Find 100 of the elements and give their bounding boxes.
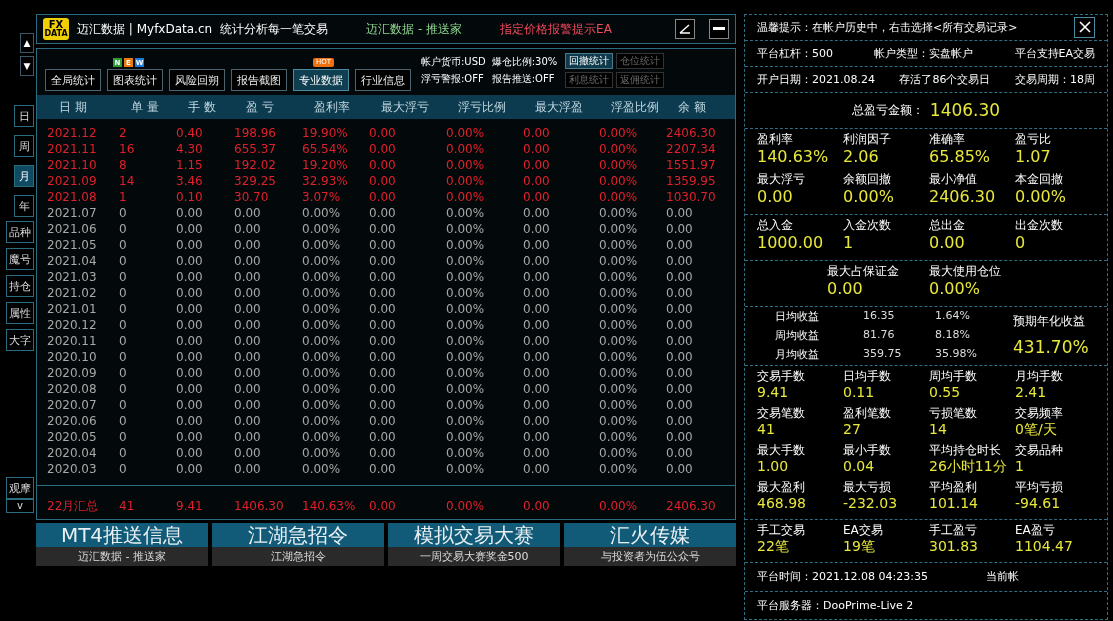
scroll-up-button[interactable]: ▲ (20, 33, 34, 53)
table-cell-text: 0.00% (302, 205, 342, 221)
stat-value: -94.61 (1015, 495, 1062, 513)
average-label: 周均收益 (775, 328, 820, 344)
table-cell-text: 2020.05 (47, 429, 98, 445)
account-info: 帐户货币:USD (421, 54, 486, 69)
table-cell-text: 0.00% (302, 461, 342, 477)
table-cell-text: 0.00 (523, 221, 551, 237)
stat-label: 最大盈利 (757, 480, 806, 496)
stat-label: 总入金 (757, 217, 794, 233)
table-cell-text: 0.00 (666, 349, 694, 365)
table-cell-text: 2020.04 (47, 445, 98, 461)
table-cell-text: 0.00 (176, 269, 204, 285)
table-cell-text: 0.00 (234, 349, 262, 365)
table-cell-text: 0.00% (302, 333, 342, 349)
filter-button[interactable]: 大字 (6, 329, 34, 351)
stat-value: 0.00 (827, 278, 864, 299)
table-cell-text: 0.00 (176, 253, 204, 269)
total-value: 1406.30 (929, 100, 1001, 121)
table-cell-text: 0.00% (302, 285, 342, 301)
table-cell-text: 0.00 (369, 317, 397, 333)
column-header: 最大浮盈 (534, 98, 584, 116)
column-header: 单 量 (130, 98, 160, 116)
toolbar-tab[interactable]: 行业信息 (355, 69, 411, 91)
filter-button[interactable]: 魔号 (6, 248, 34, 270)
table-cell-text: 0.00 (523, 237, 551, 253)
table-cell-text: 0.00 (176, 221, 204, 237)
stat-value: 2.06 (843, 146, 880, 167)
banner-link[interactable]: 汇火传媒 (564, 523, 736, 547)
table-cell-text: 0.00 (666, 365, 694, 381)
table-cell-text: 14 (119, 173, 136, 189)
period-tab[interactable]: 周 (14, 135, 34, 157)
account-info: 报告推送:OFF (491, 71, 556, 86)
banner-link[interactable]: 江湖急招令 (212, 523, 384, 547)
banner-link[interactable]: 模拟交易大赛 (388, 523, 560, 547)
filter-button[interactable]: 品种 (6, 221, 34, 243)
toolbar-tab[interactable]: 全局统计 (45, 69, 101, 91)
table-cell-text: 0.00% (446, 269, 486, 285)
table-cell-text: 0.00 (234, 333, 262, 349)
stat-label: 最小手数 (843, 443, 892, 459)
stat-label: 周均手数 (929, 369, 978, 385)
table-cell-text: 0.00 (666, 317, 694, 333)
stat-label: 最大手数 (757, 443, 806, 459)
stat-value: 0 (1015, 232, 1027, 253)
table-cell-text: 0.00 (234, 221, 262, 237)
table-cell-text: 2021.01 (47, 301, 98, 317)
stat-value: 14 (929, 421, 948, 439)
table-cell-text: 0.00 (666, 285, 694, 301)
minimize-button[interactable] (709, 19, 729, 39)
table-cell-text: 0.00 (369, 205, 397, 221)
stat-label: 最大亏损 (843, 480, 892, 496)
table-cell-text: 2021.03 (47, 269, 98, 285)
stats-button[interactable]: 回撤统计 (565, 52, 614, 69)
column-header: 最大浮亏 (380, 98, 430, 116)
period-tab[interactable]: 日 (14, 105, 34, 127)
toolbar-tab[interactable]: 风险回朔 (169, 69, 225, 91)
watch-button[interactable]: 观摩 (6, 477, 34, 499)
stat-label: 平均持仓时长 (929, 443, 1002, 459)
angle-button[interactable] (675, 19, 695, 39)
banner-link[interactable]: MT4推送信息 (36, 523, 208, 547)
table-cell-text: 0.00% (302, 237, 342, 253)
table-cell-text: 0.00% (446, 285, 486, 301)
summary-cell-text: 1406.30 (234, 498, 285, 514)
table-cell-text: 0.00% (446, 397, 486, 413)
stat-label: 交易笔数 (757, 406, 806, 422)
table-cell-text: 0.00 (523, 445, 551, 461)
banner-caption: 迈汇数据 - 推送家 (36, 547, 208, 566)
table-cell-text: 0.00 (234, 365, 262, 381)
table-cell-text: 0.00% (302, 269, 342, 285)
column-header: 手 数 (187, 98, 217, 116)
expand-button[interactable]: v (6, 499, 34, 513)
table-cell-text: 0.00 (176, 317, 204, 333)
filter-button[interactable]: 持仓 (6, 275, 34, 297)
table-cell-text: 0.00 (369, 397, 397, 413)
column-header: 浮盈比例 (610, 98, 660, 116)
table-cell-text: 0.00 (369, 429, 397, 445)
stat-value: 0.11 (843, 384, 876, 402)
toolbar-tab[interactable]: 报告截图 (231, 69, 287, 91)
close-button[interactable] (1074, 16, 1095, 38)
period-tab[interactable]: 月 (14, 165, 34, 187)
table-cell-text: 0.00% (446, 429, 486, 445)
stat-value: 1.00 (757, 458, 790, 476)
stat-label: 余额回撤 (843, 171, 892, 187)
table-cell-text: 0.00% (599, 237, 639, 253)
table-cell-text: 0.00 (234, 237, 262, 253)
table-cell-text: 2021.05 (47, 237, 98, 253)
table-cell-text: 0.00 (523, 141, 551, 157)
table-cell-text: 0.00 (234, 253, 262, 269)
logo-icon: FX DATA (43, 18, 69, 40)
table-cell-text: 2021.12 (47, 125, 98, 141)
filter-button[interactable]: 属性 (6, 302, 34, 324)
table-cell-text: 0.40 (176, 125, 204, 141)
scroll-down-button[interactable]: ▼ (20, 56, 34, 76)
alert-link[interactable]: 指定价格报警提示EA (500, 20, 612, 38)
stat-label: EA交易 (843, 523, 884, 539)
period-tab[interactable]: 年 (14, 195, 34, 217)
stat-label: 最大使用仓位 (929, 263, 1002, 279)
table-cell-text: 0.00 (369, 221, 397, 237)
toolbar-tab[interactable]: 图表统计 (107, 69, 163, 91)
toolbar-tab[interactable]: 专业数据 (293, 69, 349, 91)
